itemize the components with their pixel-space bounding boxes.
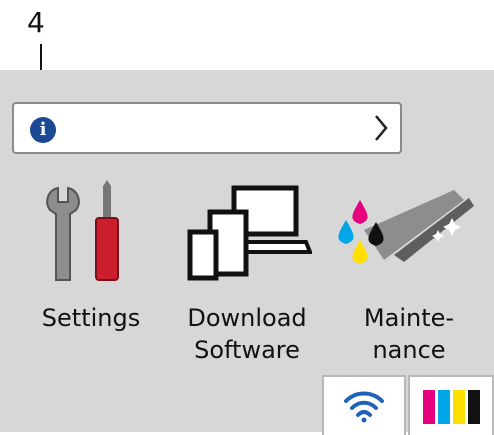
touchscreen: i Settings Download Software Mainte- nan… bbox=[0, 70, 494, 435]
ink-level-button[interactable] bbox=[408, 375, 494, 435]
download-software-label-line2: Software bbox=[194, 336, 300, 364]
maintenance-label: Mainte- nance bbox=[334, 302, 484, 366]
maintenance-button[interactable]: Mainte- nance bbox=[334, 180, 484, 380]
download-software-devices-icon bbox=[187, 185, 312, 281]
ink-level-icon bbox=[423, 390, 480, 424]
settings-label: Settings bbox=[41, 304, 141, 332]
info-icon: i bbox=[30, 117, 56, 143]
notification-bar[interactable]: i bbox=[12, 102, 402, 154]
settings-tools-icon bbox=[46, 180, 119, 281]
maintenance-label-line2: nance bbox=[372, 336, 446, 364]
wifi-icon bbox=[344, 391, 384, 423]
download-software-label: Download Software bbox=[172, 302, 322, 366]
download-software-label-line1: Download bbox=[187, 304, 307, 332]
chevron-right-icon bbox=[375, 115, 388, 141]
wifi-status-button[interactable] bbox=[322, 375, 406, 435]
settings-button[interactable]: Settings bbox=[16, 180, 166, 380]
download-software-button[interactable]: Download Software bbox=[172, 180, 322, 380]
maintenance-ink-icon bbox=[338, 190, 474, 264]
callout-number: 4 bbox=[27, 6, 45, 39]
maintenance-label-line1: Mainte- bbox=[363, 304, 455, 332]
